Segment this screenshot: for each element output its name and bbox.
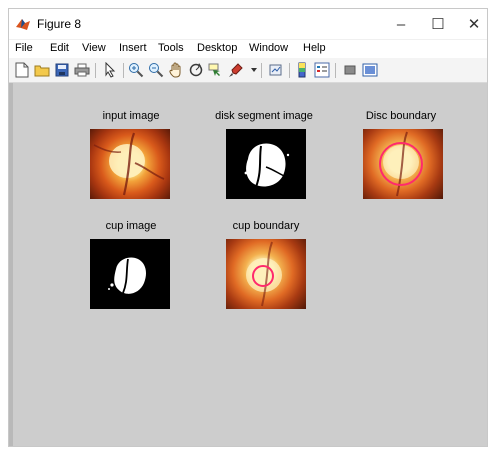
input-image <box>90 129 170 199</box>
toolbar-separator <box>123 63 124 78</box>
print-icon[interactable] <box>73 61 91 79</box>
pan-hand-icon[interactable] <box>167 61 185 79</box>
close-button[interactable]: ✕ <box>457 12 487 36</box>
panel-title-disk-segment-image: disk segment image <box>215 110 313 122</box>
menu-bar: File Edit View Insert Tools Desktop Wind… <box>9 40 487 58</box>
toolbar-separator <box>335 63 336 78</box>
panel-title-cup-image: cup image <box>105 220 157 232</box>
left-edge <box>9 83 13 446</box>
cup-boundary-overlay <box>246 241 282 307</box>
edit-plot-arrow-icon[interactable] <box>101 61 119 79</box>
figure-window: Figure 8 – ☐ ✕ File Edit View Insert Too… <box>8 8 488 447</box>
minimize-button[interactable]: – <box>384 12 418 36</box>
cup-boundary-image <box>226 239 306 309</box>
save-icon[interactable] <box>53 61 71 79</box>
menu-window[interactable]: Window <box>249 42 288 54</box>
new-figure-icon[interactable] <box>13 61 31 79</box>
title-bar[interactable]: Figure 8 – ☐ ✕ <box>9 9 487 39</box>
matlab-icon <box>15 16 31 32</box>
disc-boundary-overlay <box>379 131 423 197</box>
cup-image <box>90 239 170 309</box>
panel-title-disc-boundary: Disc boundary <box>365 110 437 122</box>
zoom-out-icon[interactable] <box>147 61 165 79</box>
disk-segment-image <box>226 129 306 199</box>
insert-colorbar-icon[interactable] <box>293 61 311 79</box>
figure-toolbar <box>9 58 487 83</box>
open-file-icon[interactable] <box>33 61 51 79</box>
panel-title-cup-boundary: cup boundary <box>232 220 300 232</box>
panel-title-input-image: input image <box>102 110 160 122</box>
menu-desktop[interactable]: Desktop <box>197 42 237 54</box>
cup-mask <box>108 257 146 294</box>
rotate-3d-icon[interactable] <box>187 61 205 79</box>
menu-tools[interactable]: Tools <box>158 42 184 54</box>
toolbar-separator <box>261 63 262 78</box>
insert-legend-icon[interactable] <box>313 61 331 79</box>
menu-help[interactable]: Help <box>303 42 326 54</box>
menu-file[interactable]: File <box>15 42 33 54</box>
hide-plot-tools-icon[interactable] <box>341 61 359 79</box>
toolbar-separator <box>289 63 290 78</box>
menu-view[interactable]: View <box>82 42 106 54</box>
input-image-vessels <box>93 132 165 196</box>
window-title: Figure 8 <box>37 17 82 31</box>
link-plot-icon[interactable] <box>267 61 285 79</box>
zoom-in-icon[interactable] <box>127 61 145 79</box>
menu-edit[interactable]: Edit <box>50 42 69 54</box>
brush-icon[interactable] <box>227 61 245 79</box>
menu-insert[interactable]: Insert <box>119 42 147 54</box>
disk-segment-mask <box>244 143 290 188</box>
data-cursor-icon[interactable] <box>207 61 225 79</box>
toolbar-separator <box>95 63 96 78</box>
plot-area: input image disk segment image Disc boun… <box>9 83 487 446</box>
show-plot-tools-icon[interactable] <box>361 61 379 79</box>
maximize-button[interactable]: ☐ <box>421 12 455 36</box>
disc-boundary-image <box>363 129 443 199</box>
